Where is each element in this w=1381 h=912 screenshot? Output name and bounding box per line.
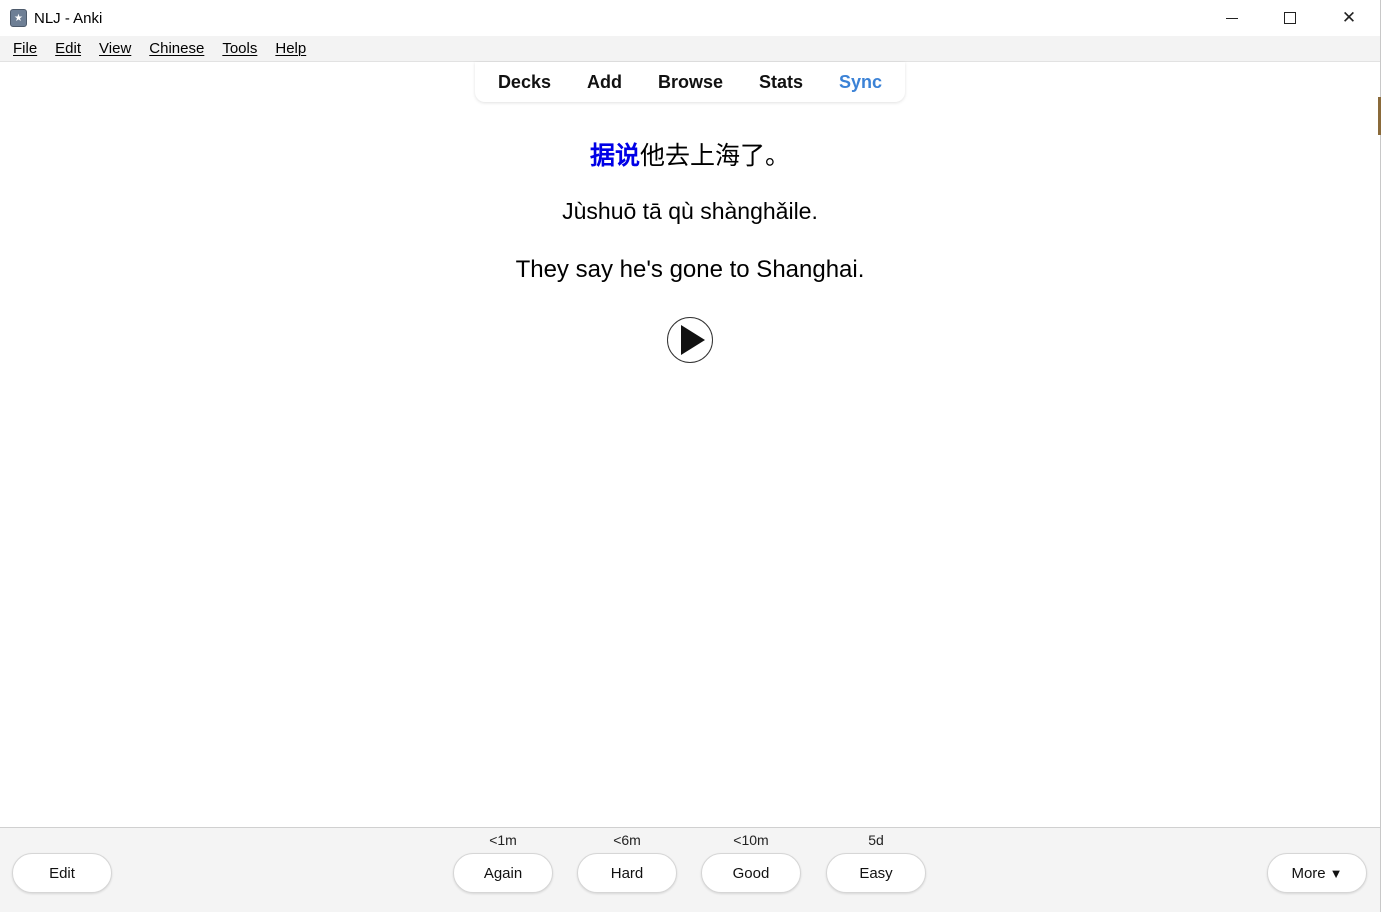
dropdown-arrow-icon: ▼	[1329, 865, 1343, 881]
pinyin-text: Jùshuō tā qù shànghǎile.	[562, 198, 818, 224]
title-bar: ★ NLJ - Anki ✕	[0, 0, 1380, 36]
edit-button[interactable]: Edit	[12, 853, 112, 893]
main-toolbar: Decks Add Browse Stats Sync	[475, 62, 905, 102]
more-button[interactable]: More ▼	[1267, 853, 1367, 893]
minimize-button[interactable]	[1203, 0, 1261, 36]
hard-interval: <6m	[613, 832, 641, 848]
menu-view[interactable]: View	[90, 40, 140, 57]
maximize-button[interactable]	[1261, 0, 1319, 36]
close-icon: ✕	[1341, 8, 1357, 27]
answer-bar: Edit <1m <6m <10m 5d Again Hard Good Eas…	[0, 827, 1380, 912]
menu-tools[interactable]: Tools	[213, 40, 266, 57]
play-audio-button[interactable]	[667, 317, 713, 363]
tab-stats[interactable]: Stats	[741, 72, 821, 93]
window-title: NLJ - Anki	[34, 10, 103, 27]
anki-window: ★ NLJ - Anki ✕ File Edit View Chinese To…	[0, 0, 1381, 912]
tab-decks[interactable]: Decks	[480, 72, 569, 93]
review-card: 据说他去上海了。 Jùshuō tā qù shànghǎile. They s…	[0, 102, 1380, 827]
maximize-icon	[1284, 12, 1296, 24]
chinese-sentence: 据说他去上海了。	[0, 136, 1380, 172]
tab-sync[interactable]: Sync	[821, 72, 900, 93]
menu-edit[interactable]: Edit	[46, 40, 90, 57]
anki-icon: ★	[10, 9, 27, 27]
sentence-highlight: 据说	[589, 141, 640, 170]
sentence-rest: 他去上海了。	[640, 141, 791, 170]
easy-button[interactable]: Easy	[826, 853, 926, 893]
menu-file[interactable]: File	[4, 40, 46, 57]
minimize-icon	[1226, 17, 1238, 19]
tab-browse[interactable]: Browse	[640, 72, 741, 93]
easy-interval: 5d	[868, 832, 884, 848]
good-button[interactable]: Good	[701, 853, 801, 893]
again-interval: <1m	[489, 832, 517, 848]
close-button[interactable]: ✕	[1320, 0, 1378, 36]
tab-add[interactable]: Add	[569, 72, 640, 93]
again-button[interactable]: Again	[453, 853, 553, 893]
menu-bar: File Edit View Chinese Tools Help	[0, 36, 1380, 62]
good-interval: <10m	[733, 832, 769, 848]
menu-chinese[interactable]: Chinese	[140, 40, 213, 57]
menu-help[interactable]: Help	[266, 40, 315, 57]
more-label: More	[1291, 864, 1326, 882]
hard-button[interactable]: Hard	[577, 853, 677, 893]
play-icon	[680, 325, 705, 355]
english-translation: They say he's gone to Shanghai.	[515, 256, 865, 283]
